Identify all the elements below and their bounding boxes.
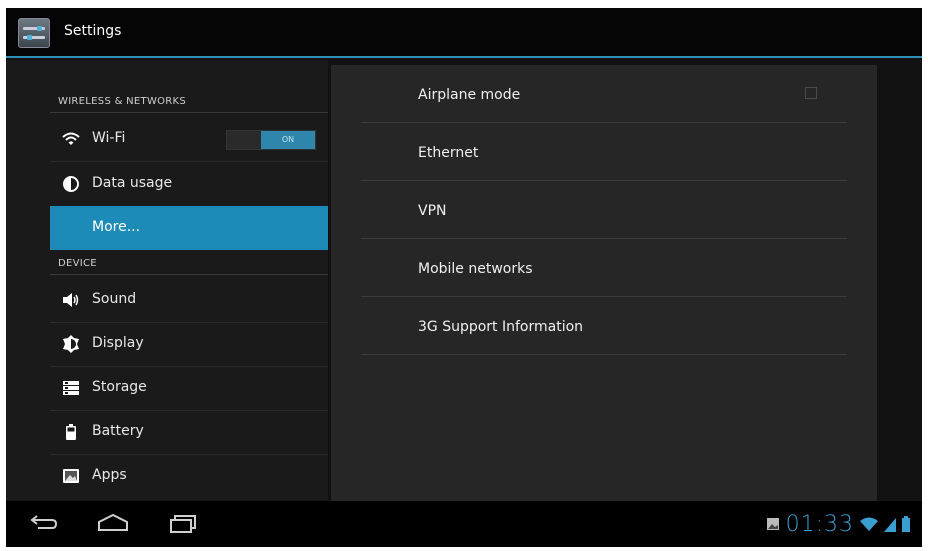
section-header-device: DEVICE: [58, 258, 97, 269]
data-usage-icon: [63, 176, 79, 192]
wifi-icon: [62, 132, 80, 145]
sidebar-item-display[interactable]: Display: [50, 322, 328, 366]
sidebar-item-label: Battery: [92, 423, 144, 439]
sidebar-item-apps[interactable]: Apps: [50, 454, 328, 498]
speaker-icon: [63, 293, 79, 307]
battery-status-icon: [902, 516, 910, 532]
sidebar-item-label: Apps: [92, 467, 127, 483]
sidebar-item-sound[interactable]: Sound: [50, 278, 328, 322]
apps-icon: [63, 469, 79, 483]
sidebar-item-label: Data usage: [92, 175, 173, 191]
status-clock: 01:33: [785, 511, 854, 537]
system-navigation-bar: 01:33: [6, 501, 922, 547]
sidebar-item-label: Display: [92, 335, 144, 351]
home-icon[interactable]: [96, 511, 130, 537]
sidebar-item-label: Storage: [92, 379, 147, 395]
setting-label: Ethernet: [418, 145, 479, 161]
airplane-mode-checkbox[interactable]: [805, 87, 817, 99]
sidebar-item-label: Sound: [92, 291, 137, 307]
sidebar-item-data-usage[interactable]: Data usage: [50, 162, 328, 206]
app-title: Settings: [64, 23, 122, 39]
cell-signal-icon: [884, 518, 896, 532]
sidebar-item-more[interactable]: More...: [50, 206, 328, 250]
setting-label: Airplane mode: [418, 87, 521, 103]
sidebar-item-label: More...: [92, 219, 141, 235]
wifi-toggle[interactable]: ON: [226, 130, 316, 150]
setting-mobile-networks[interactable]: Mobile networks: [361, 239, 847, 297]
battery-icon: [66, 424, 76, 440]
sidebar-item-label: Wi-Fi: [92, 130, 126, 146]
setting-label: VPN: [418, 203, 447, 219]
back-icon[interactable]: [26, 511, 60, 537]
setting-3g-support-information[interactable]: 3G Support Information: [361, 297, 847, 355]
detail-pane: Airplane mode Ethernet VPN Mobile networ…: [331, 65, 877, 505]
wifi-signal-icon: [860, 517, 878, 531]
storage-icon: [63, 381, 79, 395]
setting-vpn[interactable]: VPN: [361, 181, 847, 239]
setting-ethernet[interactable]: Ethernet: [361, 123, 847, 181]
settings-sliders-icon[interactable]: [18, 18, 50, 48]
setting-label: Mobile networks: [418, 261, 533, 277]
setting-label: 3G Support Information: [418, 319, 584, 335]
toggle-on-label: ON: [261, 131, 315, 149]
divider: [50, 274, 328, 275]
display-brightness-icon: [63, 335, 79, 353]
settings-category-list: WIRELESS & NETWORKS Wi-Fi ON Data usage: [6, 60, 328, 500]
action-bar: Settings: [6, 8, 922, 58]
sidebar-item-battery[interactable]: Battery: [50, 410, 328, 454]
sidebar-item-storage[interactable]: Storage: [50, 366, 328, 410]
setting-airplane-mode[interactable]: Airplane mode: [361, 65, 847, 123]
recent-apps-icon[interactable]: [166, 511, 200, 537]
sidebar-item-wifi[interactable]: Wi-Fi ON: [50, 117, 328, 161]
section-header-wireless: WIRELESS & NETWORKS: [58, 96, 187, 107]
gallery-notification-icon[interactable]: [766, 517, 780, 531]
divider: [50, 112, 328, 113]
tablet-screen: Settings WIRELESS & NETWORKS Wi-Fi ON Da…: [6, 8, 922, 547]
status-area[interactable]: 01:33: [766, 511, 910, 537]
